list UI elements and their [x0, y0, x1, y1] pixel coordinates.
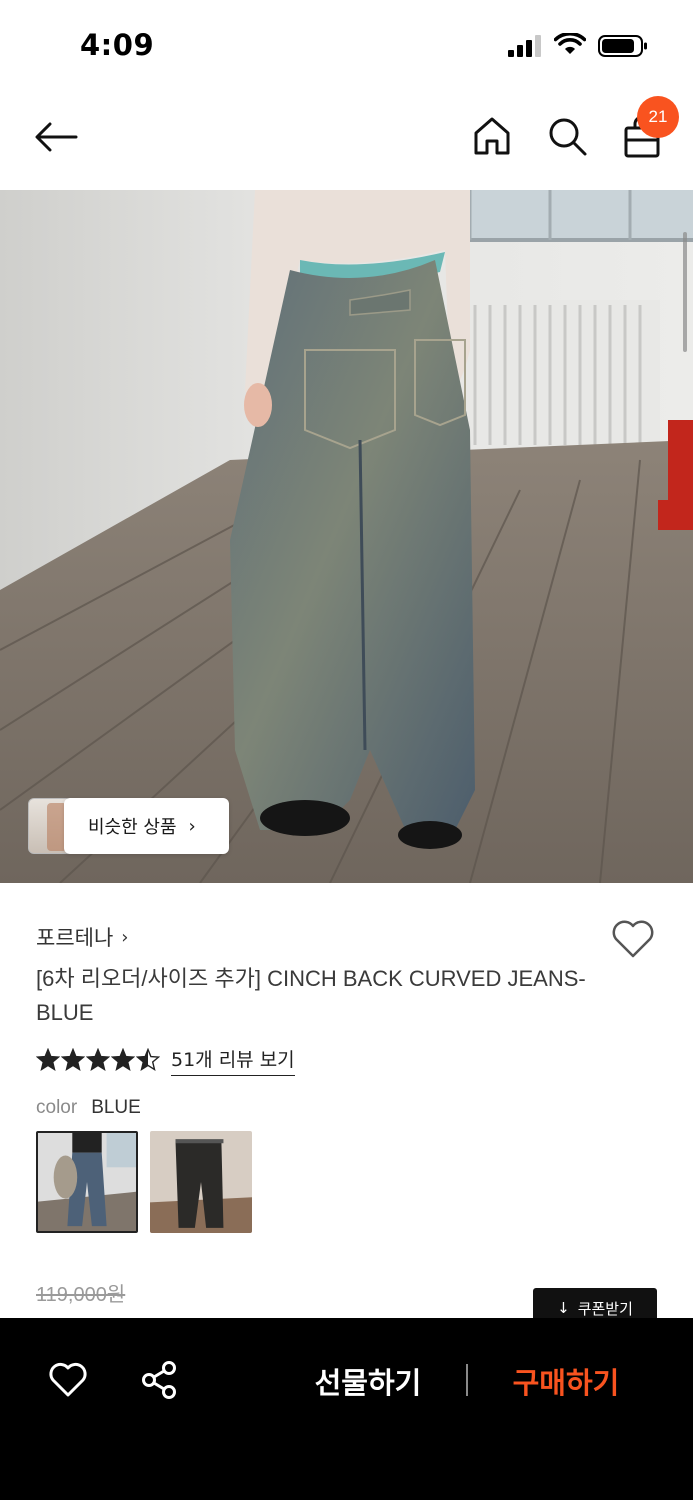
brand-link[interactable]: 포르테나 ›	[36, 922, 128, 952]
brand-name: 포르테나	[36, 926, 114, 950]
divider	[466, 1364, 468, 1396]
color-value: BLUE	[91, 1097, 141, 1118]
color-option-row: color BLUE	[36, 1097, 141, 1119]
chevron-right-icon: ›	[121, 926, 129, 948]
product-photo	[0, 190, 693, 883]
swatch-image-blue	[38, 1133, 136, 1231]
star-icon	[111, 1048, 135, 1072]
bottom-action-bar: 선물하기 구매하기	[0, 1318, 693, 1500]
product-image[interactable]	[0, 190, 693, 883]
star-icon	[86, 1048, 110, 1072]
color-swatch-blue[interactable]	[36, 1131, 138, 1233]
star-icon	[61, 1048, 85, 1072]
heart-icon[interactable]	[48, 1361, 88, 1399]
top-navigation	[0, 92, 693, 190]
gift-button[interactable]: 선물하기	[300, 1358, 436, 1404]
share-icon[interactable]	[140, 1360, 178, 1400]
home-icon[interactable]	[470, 114, 514, 158]
star-icon	[36, 1048, 60, 1072]
similar-products-button[interactable]: 비슷한 상품 ›	[64, 798, 229, 854]
chevron-right-icon: ›	[188, 815, 196, 837]
coupon-label: 쿠폰받기	[577, 1299, 633, 1318]
rating-stars	[36, 1048, 161, 1072]
status-time: 4:09	[80, 28, 155, 62]
cart-count-badge: 21	[637, 96, 679, 138]
image-scroll-indicator[interactable]	[683, 232, 687, 352]
search-icon[interactable]	[545, 114, 589, 158]
rating-row: 51개 리뷰 보기	[36, 1045, 295, 1076]
back-arrow-icon[interactable]	[32, 117, 80, 157]
original-price: 119,000원	[36, 1284, 126, 1306]
color-swatch-black[interactable]	[150, 1131, 252, 1233]
cellular-signal-icon	[508, 35, 541, 57]
color-label: color	[36, 1097, 78, 1118]
status-bar: 4:09	[0, 0, 693, 92]
download-arrow-icon: ↓	[557, 1299, 570, 1317]
similar-products-label: 비슷한 상품	[88, 817, 177, 838]
product-title: [6차 리오더/사이즈 추가] CINCH BACK CURVED JEANS-…	[36, 966, 586, 1025]
star-icon	[136, 1048, 160, 1072]
wifi-icon	[554, 33, 586, 54]
battery-icon	[598, 35, 647, 57]
review-link[interactable]: 51개 리뷰 보기	[171, 1045, 295, 1076]
heart-icon[interactable]	[610, 918, 656, 960]
buy-button[interactable]: 구매하기	[496, 1358, 636, 1404]
swatch-image-black	[150, 1131, 252, 1233]
